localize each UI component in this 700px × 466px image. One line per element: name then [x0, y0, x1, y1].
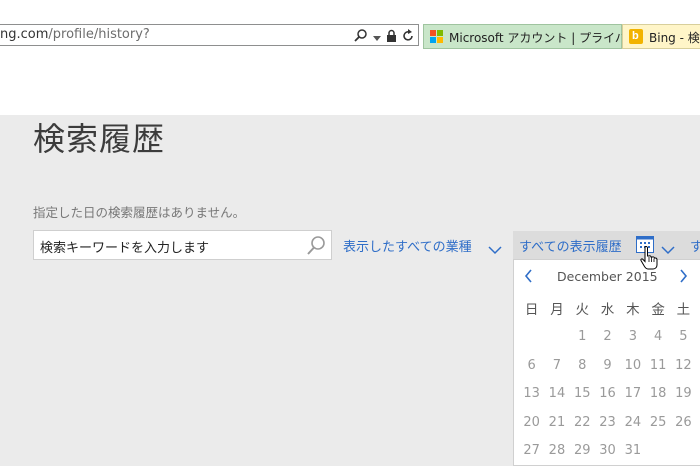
history-filter[interactable]: すべての表示履歴 [519, 236, 622, 255]
calendar-day[interactable]: 3 [620, 329, 645, 344]
search-icon[interactable] [354, 27, 368, 46]
calendar-day[interactable]: 31 [620, 443, 645, 458]
hand-cursor-icon [640, 245, 658, 274]
page-title: 検索履歴 [33, 120, 166, 158]
industry-filter[interactable]: 表示したすべての業種 [343, 236, 472, 255]
address-domain: ng.com [0, 27, 49, 42]
calendar-day[interactable]: 27 [519, 443, 544, 458]
calendar-day[interactable]: 11 [645, 358, 670, 373]
tab-microsoft-account[interactable]: Microsoft アカウント | プライバシー [423, 24, 651, 49]
calendar-day[interactable]: 12 [671, 358, 696, 373]
calendar-day[interactable]: 8 [570, 358, 595, 373]
calendar-day[interactable]: 10 [620, 358, 645, 373]
bing-logo-icon: b [629, 29, 643, 44]
address-path: /profile/history? [48, 27, 150, 42]
weekday-label: 日 [524, 302, 539, 319]
next-filter-truncated[interactable]: す [690, 236, 700, 255]
calendar-day[interactable]: 30 [595, 443, 620, 458]
weekday-label: 月 [550, 302, 564, 319]
refresh-icon[interactable] [402, 27, 414, 46]
calendar-day[interactable]: 19 [671, 386, 696, 401]
calendar-day[interactable]: 21 [544, 415, 569, 430]
calendar-day[interactable]: 18 [645, 386, 670, 401]
calendar-day[interactable]: 1 [570, 329, 595, 344]
search-icon[interactable] [306, 235, 327, 260]
calendar-day[interactable]: 28 [544, 443, 569, 458]
weekday-label: 火 [575, 302, 589, 319]
calendar-day[interactable]: 25 [645, 415, 670, 430]
calendar-day[interactable]: 22 [570, 415, 595, 430]
calendar-week: 13 14 15 16 17 18 19 [519, 380, 700, 409]
no-history-notice: 指定した日の検索履歴はありません。 [33, 205, 246, 220]
tab-label: Microsoft アカウント | プライバシー [449, 31, 651, 45]
calendar-day[interactable]: 20 [519, 415, 544, 430]
calendar-day[interactable]: 2 [595, 329, 620, 344]
calendar-day[interactable]: 15 [570, 386, 595, 401]
chevron-right-icon[interactable] [679, 268, 688, 287]
search-input-value: 検索キーワードを入力します [40, 241, 210, 256]
calendar-week: 1 2 3 4 5 [519, 323, 700, 352]
microsoft-logo-icon [430, 30, 444, 44]
chevron-left-icon[interactable] [524, 268, 533, 287]
calendar-popup: December 2015 日 月 火 水 木 金 土 1 2 3 4 5 6 … [513, 259, 700, 466]
weekday-label: 土 [676, 302, 691, 319]
dropdown-icon[interactable] [373, 27, 381, 46]
calendar-day[interactable]: 17 [620, 386, 645, 401]
calendar-day[interactable]: 23 [595, 415, 620, 430]
lock-icon[interactable] [386, 27, 397, 46]
calendar-week: 27 28 29 30 31 [519, 437, 700, 466]
calendar-day[interactable]: 26 [671, 415, 696, 430]
calendar-week: 6 7 8 9 10 11 12 [519, 351, 700, 380]
chevron-down-icon[interactable] [661, 240, 675, 259]
calendar-week: 20 21 22 23 24 25 26 [519, 408, 700, 437]
search-input[interactable]: 検索キーワードを入力します [33, 230, 332, 260]
tab-bing[interactable]: b Bing - 検 [622, 24, 700, 49]
browser-chrome: ng.com/profile/history? Microsoft アカウント … [0, 0, 700, 115]
calendar-day[interactable]: 29 [570, 443, 595, 458]
weekday-label: 木 [626, 302, 640, 319]
calendar-day[interactable]: 16 [595, 386, 620, 401]
calendar-day[interactable]: 5 [671, 329, 696, 344]
calendar-grid: 日 月 火 水 木 金 土 1 2 3 4 5 6 7 8 9 10 11 12… [519, 294, 700, 465]
calendar-day[interactable]: 14 [544, 386, 569, 401]
calendar-day[interactable]: 9 [595, 358, 620, 373]
calendar-weekday-row: 日 月 火 水 木 金 土 [519, 294, 700, 323]
tab-label: Bing - 検 [649, 31, 700, 45]
calendar-day[interactable]: 13 [519, 386, 544, 401]
calendar-day[interactable]: 4 [645, 329, 670, 344]
weekday-label: 水 [600, 302, 615, 319]
weekday-label: 金 [651, 302, 665, 319]
calendar-day[interactable]: 24 [620, 415, 645, 430]
calendar-day[interactable]: 7 [544, 358, 569, 373]
chevron-down-icon[interactable] [488, 240, 502, 259]
address-bar[interactable]: ng.com/profile/history? [0, 24, 419, 46]
calendar-day[interactable]: 6 [519, 358, 544, 373]
